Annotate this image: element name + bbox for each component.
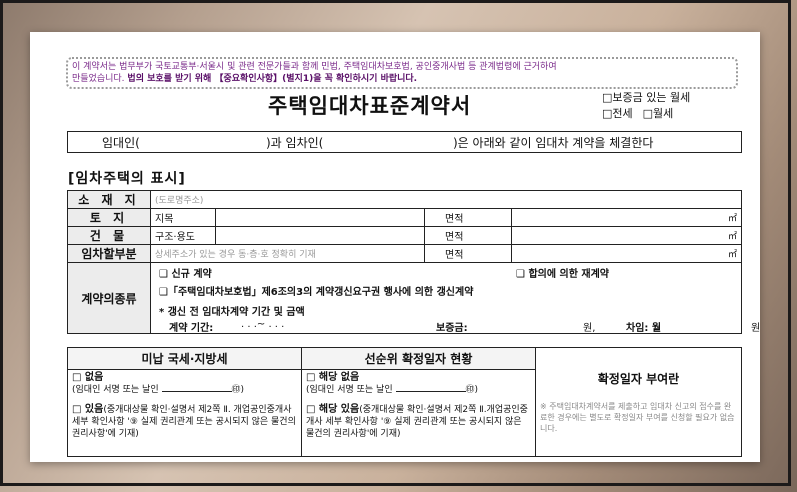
deposit-won: 원, [583, 323, 596, 334]
notice-line-2: 만들었습니다. 법의 보호를 받기 위해 【중요확인사항】(별지1)을 꼭 확인… [72, 74, 418, 84]
confirm-date-cell: 확정일자 부여란 ※ 주택임대차계약서를 제출하고 임대차 신고의 접수를 완료… [535, 347, 742, 457]
property-table: 소 재 지 (도로명주소) 토 지 지목 면적 ㎡ 건 물 구조·용도 면적 ㎡… [67, 190, 760, 334]
contract-type-options: □보증금 있는 월세 □전세 □월세 [602, 90, 690, 122]
land-row: 토 지 지목 면적 ㎡ [67, 208, 742, 227]
parties-line: 임대인( )과 임차인( )은 아래와 같이 임대차 계약을 체결한다 [67, 131, 742, 153]
type-monthly[interactable]: □월세 [643, 106, 674, 122]
building-label: 건 물 [67, 226, 151, 245]
priority-exist-option[interactable]: □ 해당 있음 [306, 404, 359, 415]
document-title: 주택임대차표준계약서 [268, 94, 472, 118]
deposit-label: 보증금: [436, 323, 468, 334]
tax-cell: □ 없음 (임대인 서명 또는 날인 ㊞) □ 있음(중개대상물 확인·설명서 … [67, 369, 302, 457]
section-title: [임차주택의 표시] [68, 171, 186, 187]
building-row: 건 물 구조·용도 면적 ㎡ [67, 226, 742, 245]
contract-kind-row: 계약의종류 ❑ 신규 계약 ❑ 합의에 의한 재계약 ❑「주택임대차보호법」제6… [67, 262, 760, 334]
land-label: 토 지 [67, 208, 151, 227]
building-area-label: 면적 [424, 226, 512, 245]
tax-exist-desc: (중개대상물 확인·설명서 제2쪽 Ⅱ. 개업공인중개사 세부 확인사항 '⑨ … [72, 405, 296, 439]
legal-notice: 이 계약서는 법무부가 국토교통부·서울시 및 관련 전문가들과 함께 민법, … [66, 57, 738, 89]
new-contract-option[interactable]: ❑ 신규 계약 [159, 265, 212, 280]
notice-line-1: 이 계약서는 법무부가 국토교통부·서울시 및 관련 전문가들과 함께 민법, … [72, 62, 557, 72]
period-field[interactable]: . . .~ . . . [241, 319, 284, 330]
tax-exist-option[interactable]: □ 있음 [72, 404, 103, 415]
rent-label: 차임: 월 [626, 323, 662, 334]
tax-sign-line[interactable] [161, 391, 232, 392]
type-deposit-monthly[interactable]: □보증금 있는 월세 [602, 90, 690, 106]
priority-none-option[interactable]: □ 해당 없음 [306, 372, 531, 384]
land-area-field[interactable]: ㎡ [511, 208, 742, 227]
renewal-right-option[interactable]: ❑「주택임대차보호법」제6조의3의 계약갱신요구권 행사에 의한 갱신계약 [159, 283, 473, 298]
tax-none-sign: (임대인 서명 또는 날인 ㊞) [72, 385, 245, 395]
address-label: 소 재 지 [67, 190, 151, 209]
landlord-label: 임대인( [102, 136, 140, 150]
tax-exist-block: □ 있음(중개대상물 확인·설명서 제2쪽 Ⅱ. 개업공인중개사 세부 확인사항… [72, 404, 297, 440]
priority-sign-line[interactable] [395, 391, 466, 392]
address-row: 소 재 지 (도로명주소) [67, 190, 742, 209]
land-type-field[interactable] [215, 208, 425, 227]
renew-agreement-option[interactable]: ❑ 합의에 의한 재계약 [516, 265, 609, 280]
tax-none-option[interactable]: □ 없음 [72, 372, 297, 384]
tenant-label: )과 임차인( [266, 136, 324, 150]
land-area-label: 면적 [424, 208, 512, 227]
confirm-date-note: ※ 주택임대차계약서를 제출하고 임대차 신고의 접수를 완료한 경우에는 별도… [540, 402, 735, 433]
contract-kind-label: 계약의종류 [67, 262, 151, 334]
confirm-date-header: 확정일자 부여란 [597, 372, 680, 386]
lease-part-field[interactable]: 상세주소가 있는 경우 동·층·호 정확히 기재 [150, 244, 425, 263]
tax-priority-table: 미납 국세·지방세 선순위 확정일자 현황 확정일자 부여란 ※ 주택임대차계약… [67, 347, 742, 457]
priority-exist-block: □ 해당 있음(중개대상물 확인·설명서 제2쪽 Ⅱ.개업공인중개사 세부 확인… [306, 404, 531, 440]
land-type-label: 지목 [150, 208, 216, 227]
priority-none-sign: (임대인 서명 또는 날인 ㊞) [306, 385, 479, 395]
prev-contract-title: * 갱신 전 임대차계약 기간 및 금액 [159, 307, 305, 318]
tax-header: 미납 국세·지방세 [67, 347, 302, 370]
contract-kind-cell: ❑ 신규 계약 ❑ 합의에 의한 재계약 ❑「주택임대차보호법」제6조의3의 계… [150, 262, 760, 334]
building-structure-field[interactable] [215, 226, 425, 245]
lease-part-label: 임차할부분 [67, 244, 151, 263]
lease-part-area-label: 면적 [424, 244, 512, 263]
address-field[interactable]: (도로명주소) [150, 190, 742, 209]
priority-cell: □ 해당 없음 (임대인 서명 또는 날인 ㊞) □ 해당 있음(중개대상물 확… [301, 369, 536, 457]
building-structure-label: 구조·용도 [150, 226, 216, 245]
priority-header: 선순위 확정일자 현황 [301, 347, 536, 370]
lease-part-row: 임차할부분 상세주소가 있는 경우 동·층·호 정확히 기재 면적 ㎡ [67, 244, 742, 263]
rent-won: 원 [751, 323, 760, 334]
parties-tail: )은 아래와 같이 임대차 계약을 체결한다 [453, 136, 654, 150]
type-jeonse[interactable]: □전세 [602, 106, 633, 122]
period-label: 계약 기간: [169, 323, 214, 334]
lease-part-area-field[interactable]: ㎡ [511, 244, 742, 263]
building-area-field[interactable]: ㎡ [511, 226, 742, 245]
contract-document: 이 계약서는 법무부가 국토교통부·서울시 및 관련 전문가들과 함께 민법, … [30, 32, 760, 462]
